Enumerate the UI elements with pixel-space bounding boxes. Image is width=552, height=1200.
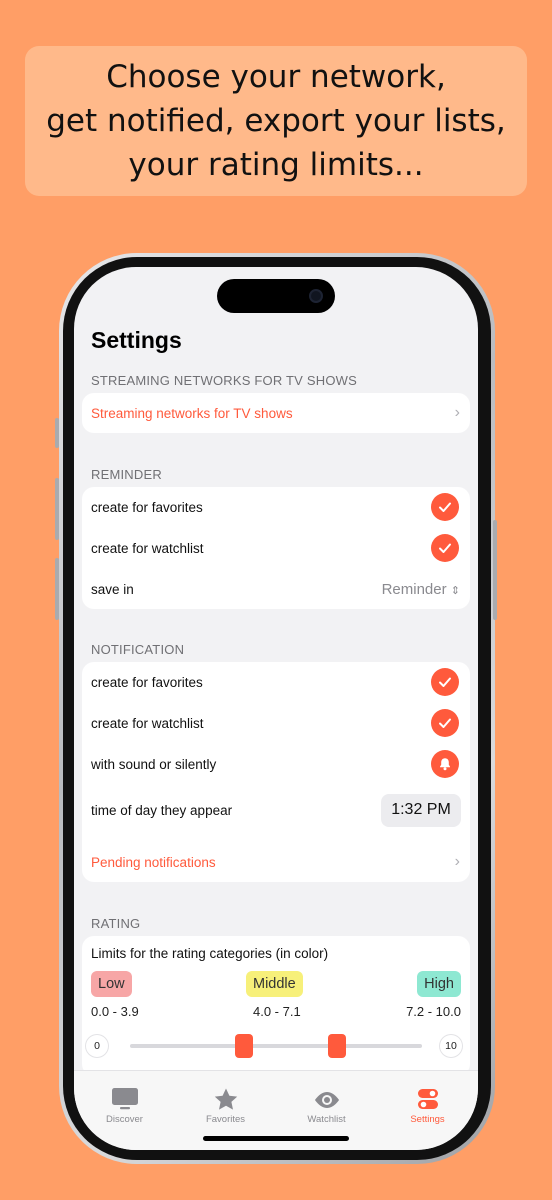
home-indicator [203, 1136, 349, 1141]
notification-watchlist-label: create for watchlist [91, 715, 204, 731]
tab-favorites-label: Favorites [205, 1114, 246, 1125]
promo-line-2: get notified, export your lists, [46, 103, 506, 139]
rating-middle-range: 4.0 - 7.1 [253, 1004, 301, 1019]
streaming-section-header: STREAMING NETWORKS FOR TV SHOWS [91, 373, 357, 388]
reminder-watchlist-row[interactable]: create for watchlist [82, 528, 470, 568]
checkmark-icon[interactable] [431, 709, 459, 737]
notification-favorites-row[interactable]: create for favorites [82, 662, 470, 702]
checkmark-icon[interactable] [431, 493, 459, 521]
rating-upper-limit-handle[interactable] [328, 1034, 347, 1058]
promo-line-3: your rating limits... [128, 147, 424, 183]
action-button [55, 418, 59, 448]
toggles-icon [417, 1089, 438, 1109]
rating-limits-title: Limits for the rating categories (in col… [91, 946, 329, 961]
volume-up-button [55, 478, 59, 540]
chevron-up-down-icon: ⇕ [450, 584, 460, 597]
rating-low-range: 0.0 - 3.9 [91, 1004, 139, 1019]
time-picker[interactable]: 1:32 PM [381, 793, 461, 827]
chevron-right-icon: › [454, 853, 460, 870]
reminder-favorites-label: create for favorites [91, 499, 203, 515]
promo-text: Choose your network, get notified, expor… [46, 55, 506, 187]
reminder-card: create for favorites create for watchlis… [82, 487, 470, 609]
notification-sound-row[interactable]: with sound or silently [82, 744, 470, 784]
streaming-card: Streaming networks for TV shows › [82, 393, 470, 433]
dynamic-island [217, 279, 335, 313]
power-button [493, 520, 497, 620]
save-in-label: save in [91, 581, 134, 597]
rating-high-range: 7.2 - 10.0 [406, 1004, 461, 1019]
save-in-value: Reminder [381, 580, 447, 598]
streaming-networks-link[interactable]: Streaming networks for TV shows [91, 406, 293, 421]
tab-discover-label: Discover [106, 1114, 143, 1125]
slider-min-label: 0 [86, 1035, 108, 1057]
notification-watchlist-row[interactable]: create for watchlist [82, 703, 470, 743]
rating-middle-badge: Middle [246, 971, 303, 997]
rating-card: Limits for the rating categories (in col… [82, 936, 470, 1076]
promo-banner: Choose your network, get notified, expor… [25, 46, 527, 196]
slider-max-label: 10 [440, 1035, 462, 1057]
chevron-right-icon: › [454, 404, 460, 421]
rating-section-header: RATING [91, 916, 141, 931]
reminder-section-header: REMINDER [91, 467, 162, 482]
notification-favorites-label: create for favorites [91, 674, 203, 690]
streaming-networks-row[interactable]: Streaming networks for TV shows › [82, 393, 470, 433]
page-title: Settings [91, 327, 182, 353]
camera-icon [309, 289, 323, 303]
notification-card: create for favorites create for watchlis… [82, 662, 470, 882]
rating-lower-limit-handle[interactable] [234, 1034, 253, 1058]
tab-discover[interactable]: Discover [74, 1071, 175, 1125]
volume-down-button [55, 558, 59, 620]
rating-slider-track[interactable] [130, 1044, 422, 1048]
bell-icon[interactable] [431, 750, 459, 778]
save-in-select[interactable]: Reminder ⇕ [382, 581, 460, 598]
pending-notifications-link[interactable]: Pending notifications [91, 855, 216, 870]
star-icon [214, 1088, 237, 1110]
rating-high-badge: High [417, 971, 461, 997]
tab-watchlist[interactable]: Watchlist [276, 1071, 377, 1125]
promo-line-1: Choose your network, [106, 59, 446, 95]
tab-settings[interactable]: Settings [377, 1071, 478, 1125]
notification-section-header: NOTIFICATION [91, 642, 185, 657]
tab-favorites[interactable]: Favorites [175, 1071, 276, 1125]
rating-low-badge: Low [91, 971, 132, 997]
checkmark-icon[interactable] [431, 534, 459, 562]
checkmark-icon[interactable] [431, 668, 459, 696]
notification-time-label: time of day they appear [91, 802, 233, 818]
tab-watchlist-label: Watchlist [307, 1114, 346, 1125]
pending-notifications-row[interactable]: Pending notifications › [82, 842, 470, 882]
eye-icon [314, 1092, 339, 1108]
monitor-icon [111, 1088, 138, 1110]
reminder-save-in-row[interactable]: save in Reminder ⇕ [82, 569, 470, 609]
tab-settings-label: Settings [410, 1114, 445, 1125]
reminder-watchlist-label: create for watchlist [91, 540, 204, 556]
reminder-favorites-row[interactable]: create for favorites [82, 487, 470, 527]
notification-sound-label: with sound or silently [91, 756, 217, 772]
phone-screen: Settings STREAMING NETWORKS FOR TV SHOWS… [74, 267, 478, 1150]
notification-time-row[interactable]: time of day they appear 1:32 PM [82, 788, 470, 832]
